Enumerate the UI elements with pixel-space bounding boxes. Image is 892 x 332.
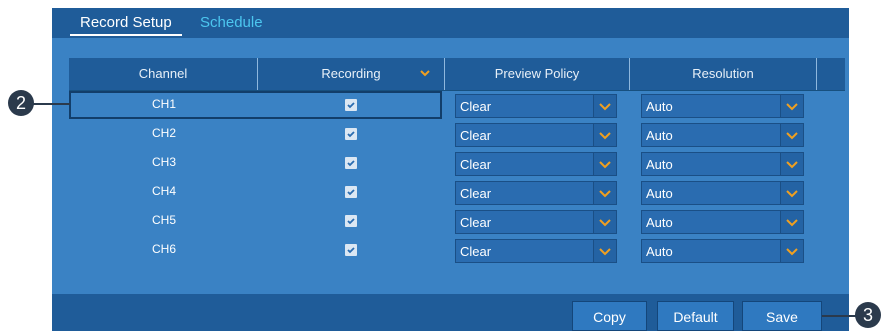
default-button[interactable]: Default — [657, 301, 734, 331]
column-divider — [816, 58, 817, 90]
chevron-down-icon — [786, 103, 798, 111]
chevron-down-icon — [786, 132, 798, 140]
dropdown-button[interactable] — [780, 95, 803, 117]
channel-label: CH4 — [151, 184, 176, 198]
channel-label: CH2 — [151, 126, 176, 140]
dropdown-button[interactable] — [780, 182, 803, 204]
tab-bar: Record Setup Schedule — [52, 8, 849, 38]
recording-checkbox[interactable] — [345, 215, 357, 227]
chevron-down-icon — [786, 219, 798, 227]
recording-checkbox[interactable] — [345, 99, 357, 111]
chevron-down-icon — [599, 248, 611, 256]
resolution-select-value: Auto — [646, 128, 673, 143]
recording-checkbox[interactable] — [345, 157, 357, 169]
recording-checkbox[interactable] — [345, 244, 357, 256]
checkbox-checked-icon — [347, 189, 355, 196]
preview-policy-select-value: Clear — [460, 128, 492, 143]
copy-button[interactable]: Copy — [572, 301, 647, 331]
resolution-select[interactable]: Auto — [641, 152, 804, 176]
chevron-down-icon — [599, 190, 611, 198]
checkbox-checked-icon — [347, 247, 355, 254]
checkbox-checked-icon — [347, 131, 355, 138]
channel-label: CH6 — [151, 242, 176, 256]
checkbox-checked-icon — [347, 102, 355, 109]
preview-policy-select[interactable]: Clear — [455, 210, 617, 234]
chevron-down-icon — [599, 132, 611, 140]
resolution-select-value: Auto — [646, 244, 673, 259]
dropdown-button[interactable] — [593, 124, 616, 146]
resolution-select-value: Auto — [646, 215, 673, 230]
dropdown-button[interactable] — [593, 153, 616, 175]
column-header-recording[interactable]: Recording — [258, 58, 444, 90]
preview-policy-select[interactable]: Clear — [455, 123, 617, 147]
channel-label: CH3 — [151, 155, 176, 169]
callout-badge-save: 3 — [855, 302, 881, 328]
chevron-down-icon — [786, 190, 798, 198]
column-header-resolution: Resolution — [692, 66, 754, 81]
resolution-select-value: Auto — [646, 157, 673, 172]
resolution-select[interactable]: Auto — [641, 94, 804, 118]
channel-label: CH5 — [151, 213, 176, 227]
channel-label: CH1 — [151, 97, 176, 111]
resolution-select-value: Auto — [646, 99, 673, 114]
dropdown-button[interactable] — [780, 240, 803, 262]
callout-badge-row: 2 — [8, 90, 34, 116]
save-button[interactable]: Save — [742, 301, 822, 331]
resolution-select[interactable]: Auto — [641, 123, 804, 147]
chevron-down-icon — [599, 219, 611, 227]
preview-policy-select-value: Clear — [460, 244, 492, 259]
tab-record-setup[interactable]: Record Setup — [70, 8, 182, 38]
column-header-channel: Channel — [138, 66, 188, 81]
callout-line-row — [28, 103, 70, 105]
dropdown-button[interactable] — [593, 211, 616, 233]
dropdown-button[interactable] — [780, 211, 803, 233]
tab-schedule[interactable]: Schedule — [200, 8, 263, 38]
preview-policy-select-value: Clear — [460, 215, 492, 230]
preview-policy-select[interactable]: Clear — [455, 239, 617, 263]
dropdown-button[interactable] — [780, 153, 803, 175]
dropdown-button[interactable] — [593, 240, 616, 262]
preview-policy-select-value: Clear — [460, 157, 492, 172]
recording-checkbox[interactable] — [345, 128, 357, 140]
chevron-down-icon — [599, 161, 611, 169]
resolution-select[interactable]: Auto — [641, 239, 804, 263]
preview-policy-select[interactable]: Clear — [455, 94, 617, 118]
chevron-down-icon — [786, 248, 798, 256]
chevron-down-icon[interactable] — [419, 67, 431, 79]
dropdown-button[interactable] — [780, 124, 803, 146]
resolution-select[interactable]: Auto — [641, 210, 804, 234]
column-header-preview-policy: Preview Policy — [494, 66, 580, 81]
preview-policy-select-value: Clear — [460, 186, 492, 201]
checkbox-checked-icon — [347, 218, 355, 225]
preview-policy-select-value: Clear — [460, 99, 492, 114]
preview-policy-select[interactable]: Clear — [455, 152, 617, 176]
recording-checkbox[interactable] — [345, 186, 357, 198]
chevron-down-icon — [786, 161, 798, 169]
dropdown-button[interactable] — [593, 182, 616, 204]
checkbox-checked-icon — [347, 160, 355, 167]
callout-line-save — [822, 315, 858, 317]
resolution-select-value: Auto — [646, 186, 673, 201]
table-header: Channel Recording Preview Policy Resolut… — [69, 58, 845, 91]
dropdown-button[interactable] — [593, 95, 616, 117]
chevron-down-icon — [599, 103, 611, 111]
preview-policy-select[interactable]: Clear — [455, 181, 617, 205]
resolution-select[interactable]: Auto — [641, 181, 804, 205]
